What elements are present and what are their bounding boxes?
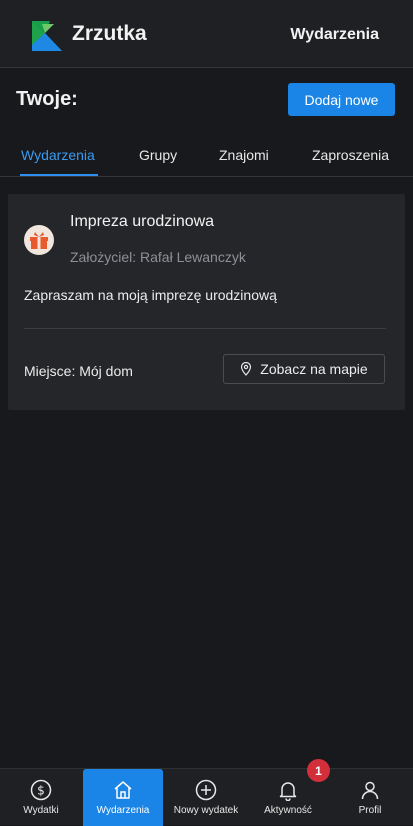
tab-grupy[interactable]: Grupy [139,147,177,163]
bottom-nav-wydatki[interactable]: $ Wydatki [8,769,74,826]
event-title[interactable]: Impreza urodzinowa [70,213,214,231]
notification-badge: 1 [307,759,330,782]
map-pin-icon [241,362,252,376]
top-bar: Zrzutka Wydarzenia [0,0,413,68]
event-avatar [24,225,54,255]
view-on-map-label: Zobacz na mapie [260,361,368,377]
bottom-nav-aktywnosc-label: Aktywność [264,805,312,816]
bottom-nav-profil[interactable]: Profil [340,769,400,826]
user-icon [361,781,379,800]
tab-znajomi[interactable]: Znajomi [219,147,269,163]
bottom-nav-wydarzenia-label: Wydarzenia [96,805,150,816]
bottom-nav-nowy-wydatek[interactable]: Nowy wydatek [167,769,245,826]
event-place: Miejsce: Mój dom [24,363,133,379]
add-new-button[interactable]: Dodaj nowe [288,83,395,116]
bell-icon [279,782,297,801]
zrzutka-logo-icon[interactable] [32,21,62,51]
nav-link-wydarzenia[interactable]: Wydarzenia [290,26,379,44]
view-on-map-button[interactable]: Zobacz na mapie [223,354,385,384]
plus-circle-icon [195,779,217,801]
bottom-nav-wydarzenia[interactable]: Wydarzenia [83,769,163,826]
tab-wydarzenia[interactable]: Wydarzenia [21,147,95,163]
bottom-nav-nowy-wydatek-label: Nowy wydatek [173,805,239,816]
dollar-circle-icon: $ [30,779,52,801]
active-tab-indicator [20,174,98,176]
brand-name[interactable]: Zrzutka [72,22,147,46]
gift-icon [30,232,48,249]
svg-text:$: $ [37,784,45,798]
bottom-nav-profil-label: Profil [358,805,382,816]
event-description: Zapraszam na moją imprezę urodzinową [24,287,277,303]
bottom-nav-wydatki-label: Wydatki [23,805,59,816]
tab-zaproszenia[interactable]: Zaproszenia [312,147,389,163]
home-icon [114,781,132,799]
bottom-navigation: $ Wydatki Wydarzenia Nowy wydatek Aktywn… [0,768,413,826]
page-title: Twoje: [16,88,78,110]
event-card[interactable]: Impreza urodzinowa Założyciel: Rafał Lew… [8,194,405,410]
divider [24,328,386,329]
event-founder: Założyciel: Rafał Lewanczyk [70,249,246,265]
tab-bar: Wydarzenia Grupy Znajomi Zaproszenia [0,133,413,177]
